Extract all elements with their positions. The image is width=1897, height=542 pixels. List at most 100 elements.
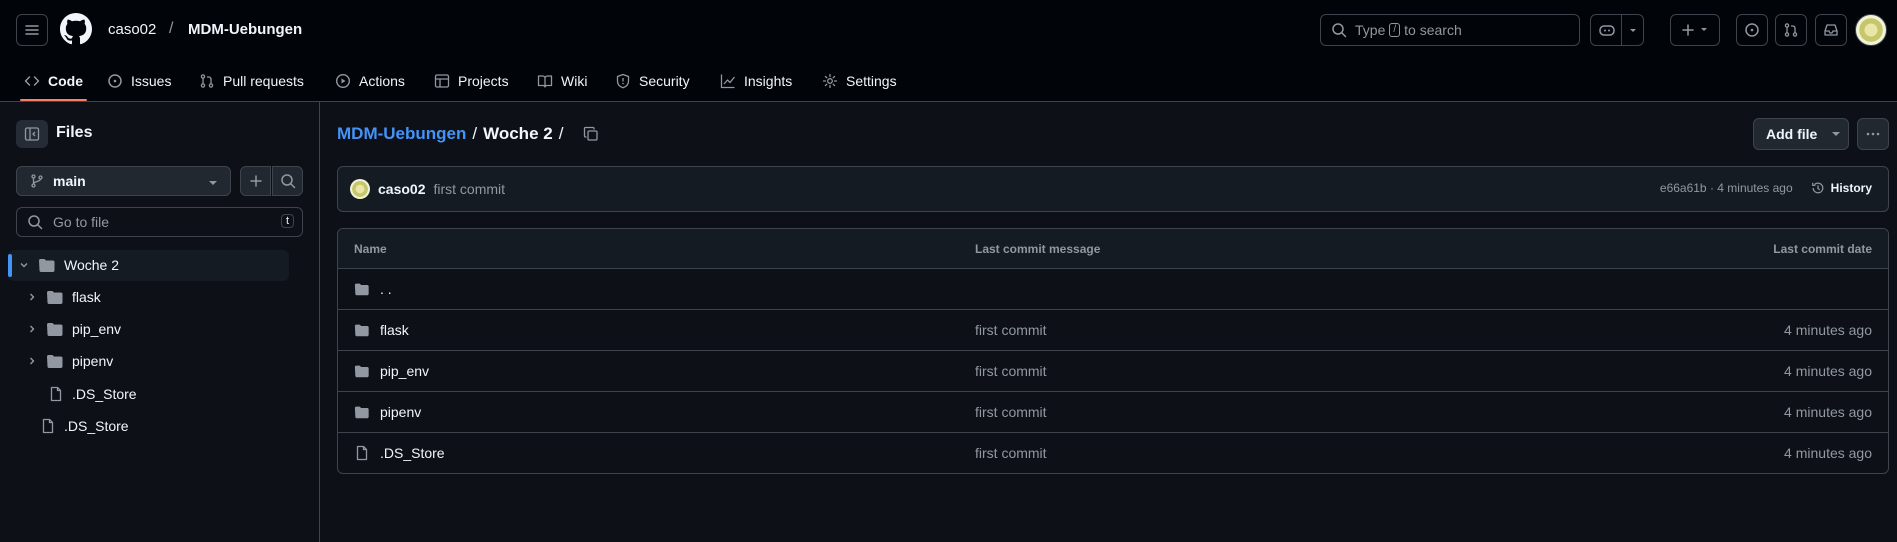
pull-request-icon [200,74,214,88]
history-button[interactable]: History [1811,181,1872,195]
repo-nav: Code Issues Pull requests Actions Projec… [0,61,1897,102]
folder-icon [47,323,63,336]
inbox-button[interactable] [1815,14,1847,46]
search-prefix: Type [1355,22,1386,38]
inbox-icon [1824,24,1838,36]
breadcrumb-current: Woche 2 [483,124,553,143]
branch-name: main [53,173,86,189]
author-avatar[interactable] [350,179,370,199]
issues-button[interactable] [1736,14,1768,46]
tab-label: Wiki [561,73,588,89]
gear-icon [822,73,838,89]
breadcrumb-trailing-separator: / [558,124,564,143]
search-files-button[interactable] [272,166,303,196]
files-heading: Files [56,124,93,141]
table-row[interactable]: flask first commit 4 minutes ago [338,310,1888,351]
tree-item-label: .DS_Store [64,418,129,434]
commit-message[interactable]: first commit [433,181,505,197]
row-name[interactable]: flask [380,322,409,338]
tab-code[interactable]: Code [20,61,87,101]
row-name[interactable]: . . [380,281,392,297]
tree-item-ds-store-root[interactable]: .DS_Store [40,411,129,441]
row-name[interactable]: .DS_Store [380,445,445,461]
commit-sha-time[interactable]: e66a61b · 4 minutes ago [1660,181,1793,195]
go-to-file-input[interactable]: Go to file t [16,207,303,237]
file-table: Name Last commit message Last commit dat… [337,228,1889,474]
table-row[interactable]: pip_env first commit 4 minutes ago [338,351,1888,392]
file-icon [50,386,62,402]
user-avatar[interactable] [1855,14,1887,46]
row-name[interactable]: pip_env [380,363,429,379]
tree-item-label: pip_env [72,321,122,337]
file-icon [42,418,54,434]
copilot-button[interactable] [1590,14,1644,46]
latest-commit-bar: caso02 first commit e66a61b · 4 minutes … [337,166,1889,212]
tab-issues[interactable]: Issues [107,61,171,101]
tab-wiki[interactable]: Wiki [537,61,587,101]
tab-security[interactable]: Security [615,61,690,101]
table-icon [434,74,450,88]
folder-icon [354,406,369,419]
copilot-icon [1599,25,1615,36]
create-new-button[interactable] [1670,14,1720,46]
sidebar-collapse-icon [24,127,40,141]
tree-item-pipenv[interactable]: pipenv [26,346,113,376]
table-header: Name Last commit message Last commit dat… [338,229,1888,269]
folder-icon [354,365,369,378]
branch-icon [31,174,43,188]
table-row[interactable]: .DS_Store first commit 4 minutes ago [338,433,1888,473]
tab-pull-requests[interactable]: Pull requests [199,61,304,101]
row-commit-date: 4 minutes ago [1784,445,1872,461]
col-name: Name [354,242,387,256]
tree-item-woche-2[interactable]: Woche 2 [18,250,119,280]
tree-item-ds-store[interactable]: .DS_Store [48,379,137,409]
tab-projects[interactable]: Projects [434,61,509,101]
folder-icon [47,355,63,368]
collapse-sidebar-button[interactable] [16,120,48,148]
col-last-commit-message: Last commit message [975,242,1101,256]
repo-link[interactable]: MDM-Uebungen [188,21,302,38]
add-file-dropdown[interactable]: Add file [1753,118,1849,150]
pull-requests-button[interactable] [1775,14,1807,46]
row-commit-date: 4 minutes ago [1784,363,1872,379]
tab-label: Insights [744,73,793,89]
row-commit-message[interactable]: first commit [975,445,1047,461]
folder-icon [354,283,369,296]
kebab-horizontal-icon [1866,132,1880,136]
commit-author[interactable]: caso02 [378,181,425,197]
tab-actions[interactable]: Actions [335,61,405,101]
folder-icon [47,291,63,304]
chevron-right-icon [30,325,35,333]
table-row[interactable]: pipenv first commit 4 minutes ago [338,392,1888,433]
row-commit-message[interactable]: first commit [975,322,1047,338]
row-commit-date: 4 minutes ago [1784,404,1872,420]
graph-icon [720,74,736,89]
tab-insights[interactable]: Insights [720,61,792,101]
owner-link[interactable]: caso02 [108,21,156,38]
tab-label: Pull requests [223,73,304,89]
tree-item-pip-env[interactable]: pip_env [26,314,121,344]
tree-item-flask[interactable]: flask [26,282,101,312]
row-commit-message[interactable]: first commit [975,404,1047,420]
copilot-dropdown[interactable] [1621,15,1643,45]
github-logo-icon[interactable] [60,13,92,45]
search-input[interactable]: Type / to search [1320,14,1580,46]
plus-icon [249,175,262,187]
plus-icon [1682,24,1707,36]
pull-request-icon [1784,23,1798,37]
play-icon [335,73,351,89]
add-file-button[interactable] [240,166,271,196]
table-row-parent-dir[interactable]: . . [338,269,1888,310]
tab-settings[interactable]: Settings [822,61,897,101]
copy-path-button[interactable] [583,126,599,142]
commit-meta: e66a61b · 4 minutes ago History [1660,181,1872,195]
tree-item-label: pipenv [72,353,114,369]
code-icon [24,76,40,86]
breadcrumb: MDM-Uebungen / Woche 2 / [337,124,599,144]
breadcrumb-repo-link[interactable]: MDM-Uebungen [337,124,466,144]
menu-button[interactable] [16,14,48,46]
row-commit-message[interactable]: first commit [975,363,1047,379]
branch-selector[interactable]: main [16,166,231,196]
more-options-button[interactable] [1857,118,1889,150]
row-name[interactable]: pipenv [380,404,421,420]
